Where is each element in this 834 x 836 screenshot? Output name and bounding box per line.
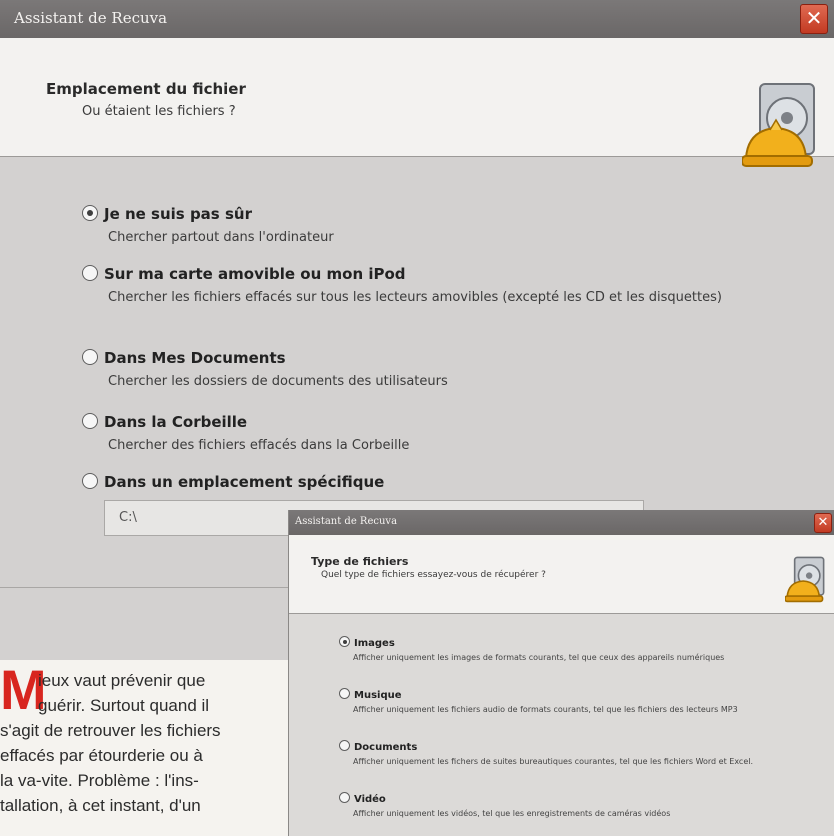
option-images[interactable]: Images Afficher uniquement les images de… <box>339 631 813 663</box>
drop-cap: M <box>0 658 47 721</box>
title-bar: Assistant de Recuva ✕ <box>0 0 834 38</box>
radio-not-sure[interactable] <box>82 205 98 221</box>
radio-specific-location[interactable] <box>82 473 98 489</box>
option-recycle-bin[interactable]: Dans la Corbeille Chercher des fichiers … <box>82 412 808 456</box>
recuva-logo-icon <box>742 83 815 167</box>
option-description: Chercher des fichiers effacés dans la Co… <box>108 438 410 453</box>
window-title: Assistant de Recuva <box>14 9 168 27</box>
option-removable[interactable]: Sur ma carte amovible ou mon iPod Cherch… <box>82 264 808 308</box>
option-description: Chercher partout dans l'ordinateur <box>108 230 334 245</box>
option-music[interactable]: Musique Afficher uniquement les fichiers… <box>339 683 813 715</box>
page-title: Type de fichiers <box>311 555 409 568</box>
article-text: M ieux vaut prévenir que guérir. Surtout… <box>0 660 288 836</box>
option-label: Dans Mes Documents <box>104 349 286 367</box>
option-label: Vidéo <box>354 794 386 805</box>
option-documents[interactable]: Documents Afficher uniquement les ficher… <box>339 735 813 767</box>
option-label: Musique <box>354 690 402 701</box>
article-line: la va-vite. Problème : l'ins- <box>0 771 199 790</box>
wizard-header: Emplacement du fichier Ou étaient les fi… <box>0 38 834 167</box>
radio-recycle-bin[interactable] <box>82 413 98 429</box>
radio-music[interactable] <box>339 688 350 699</box>
option-description: Chercher les dossiers de documents des u… <box>108 374 448 389</box>
radio-video[interactable] <box>339 792 350 803</box>
close-button[interactable]: ✕ <box>800 4 828 34</box>
title-bar: Assistant de Recuva ✕ <box>289 510 834 535</box>
option-description: Afficher uniquement les vidéos, tel que … <box>353 809 671 818</box>
option-description: Afficher uniquement les fichiers audio d… <box>353 705 738 714</box>
article-line: effacés par étourderie ou à <box>0 746 203 765</box>
article-line: ieux vaut prévenir que <box>38 671 206 690</box>
wizard-header: Type de fichiers Quel type de fichiers e… <box>289 535 834 614</box>
radio-removable[interactable] <box>82 265 98 281</box>
article-line: tallation, à cet instant, d'un <box>0 796 201 815</box>
option-label: Documents <box>354 742 418 753</box>
option-my-documents[interactable]: Dans Mes Documents Chercher les dossiers… <box>82 348 808 392</box>
window-title: Assistant de Recuva <box>295 516 398 527</box>
radio-images[interactable] <box>339 636 350 647</box>
article-line: guérir. Surtout quand il <box>38 696 210 715</box>
recuva-logo-icon <box>785 556 825 603</box>
page-subtitle: Quel type de fichiers essayez-vous de ré… <box>321 570 546 580</box>
option-video[interactable]: Vidéo Afficher uniquement les vidéos, te… <box>339 787 813 819</box>
option-label: Dans la Corbeille <box>104 413 248 431</box>
option-label: Sur ma carte amovible ou mon iPod <box>104 265 406 283</box>
close-button[interactable]: ✕ <box>814 513 832 533</box>
page-title: Emplacement du fichier <box>46 80 246 98</box>
option-label: Images <box>354 638 395 649</box>
recuva-wizard-file-type: Assistant de Recuva ✕ Type de fichiers Q… <box>288 510 834 836</box>
option-description: Afficher uniquement les fichers de suite… <box>353 757 754 766</box>
radio-documents[interactable] <box>339 740 350 751</box>
option-label: Dans un emplacement spécifique <box>104 473 385 491</box>
option-description: Afficher uniquement les images de format… <box>353 653 725 662</box>
option-not-sure[interactable]: Je ne suis pas sûr Chercher partout dans… <box>82 204 808 248</box>
option-label: Je ne suis pas sûr <box>104 205 252 223</box>
option-specific-location[interactable]: Dans un emplacement spécifique <box>82 472 384 491</box>
article-line: s'agit de retrouver les fichiers <box>0 721 221 740</box>
page-subtitle: Ou étaient les fichiers ? <box>82 104 236 119</box>
radio-my-documents[interactable] <box>82 349 98 365</box>
option-description: Chercher les fichiers effacés sur tous l… <box>108 290 722 305</box>
